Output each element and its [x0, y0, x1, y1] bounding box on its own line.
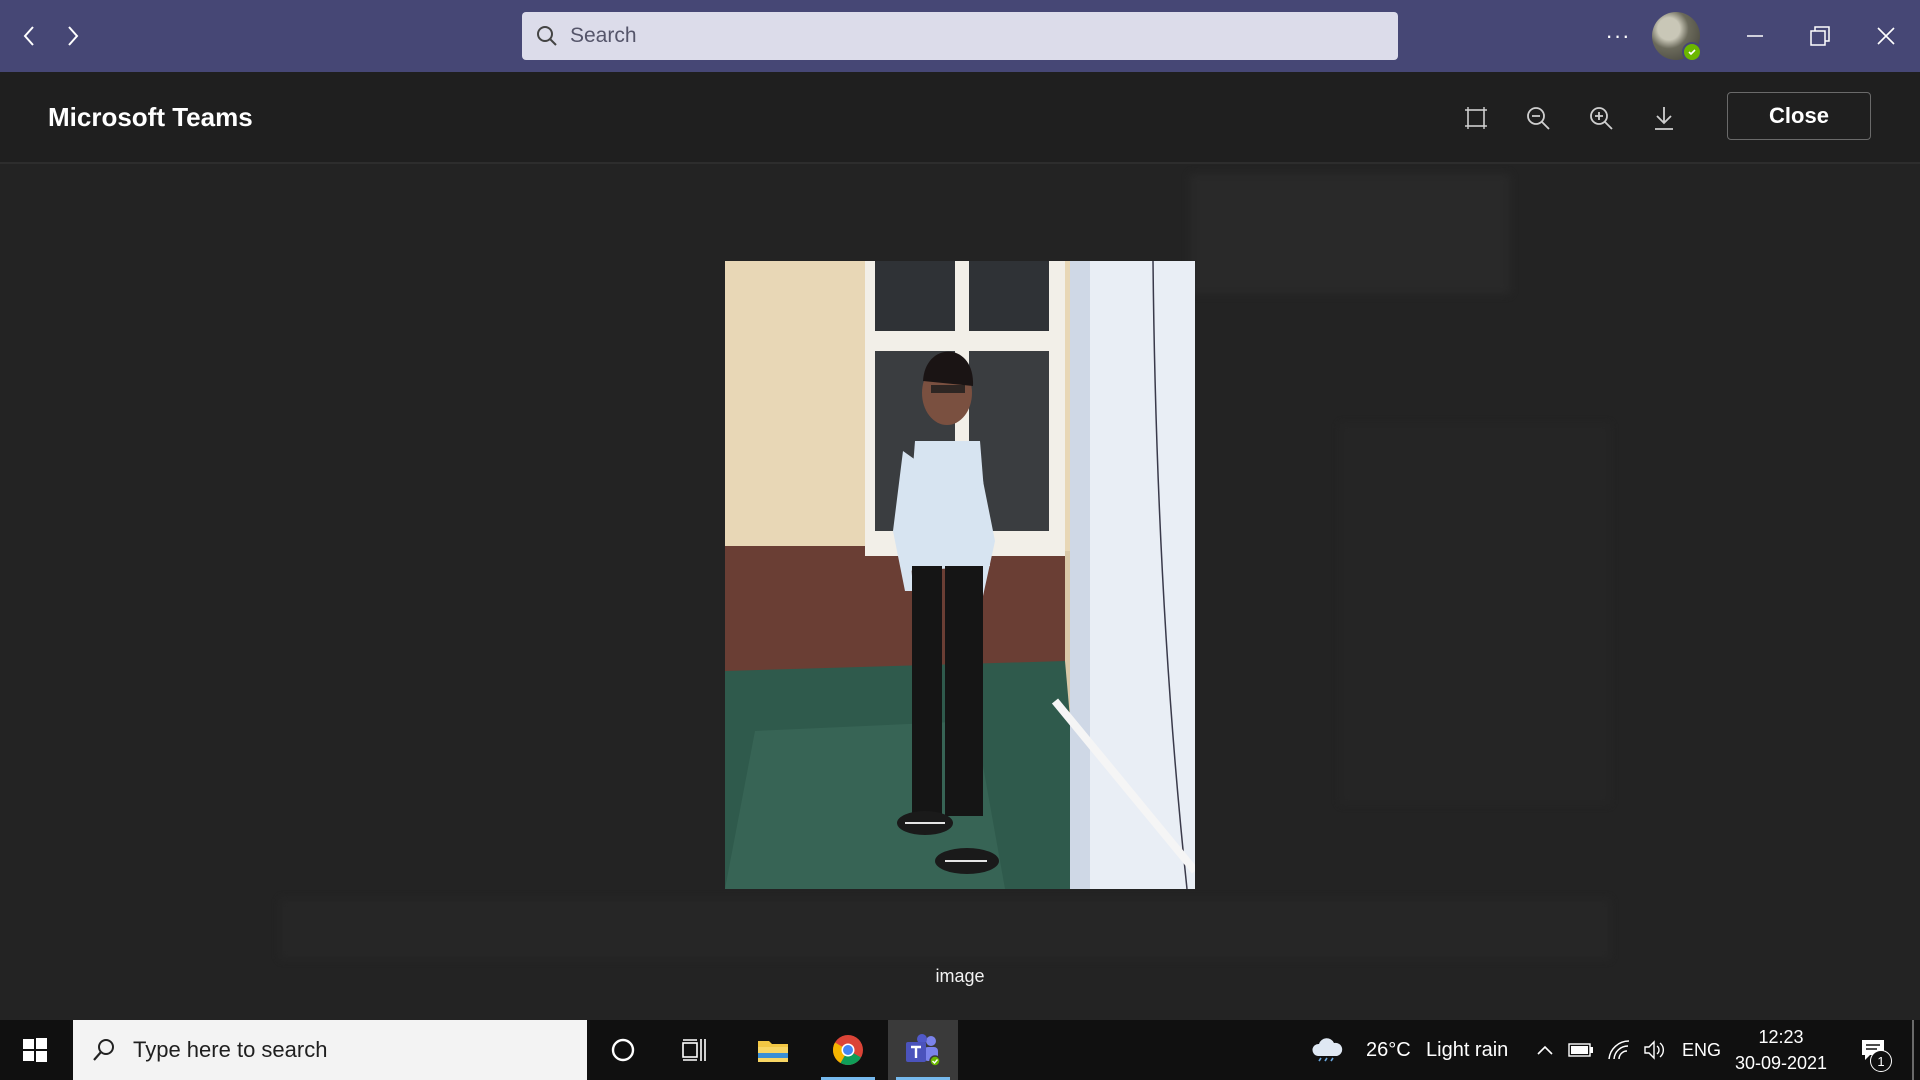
chevron-right-icon [68, 26, 79, 46]
background-blur [1340, 424, 1610, 804]
start-button[interactable] [0, 1020, 70, 1080]
restore-button[interactable] [1800, 16, 1840, 56]
search-icon [89, 1035, 119, 1065]
task-view-button[interactable] [660, 1020, 730, 1080]
fit-to-screen-button[interactable] [1456, 98, 1496, 138]
zoom-in-icon [1590, 107, 1613, 130]
speaker-icon [1644, 1040, 1664, 1060]
viewer-header: Microsoft Teams Close [0, 72, 1920, 164]
search-input[interactable] [568, 23, 1372, 49]
chevron-left-icon [23, 26, 34, 46]
search-bar[interactable] [522, 12, 1398, 60]
download-icon [1655, 107, 1673, 130]
weather-description[interactable]: Light rain [1426, 1020, 1508, 1080]
clock-time: 12:23 [1758, 1027, 1804, 1047]
image-viewer-content: image [0, 164, 1920, 1020]
avatar[interactable] [1652, 12, 1702, 62]
close-icon [1877, 27, 1895, 45]
window-close-button[interactable] [1866, 16, 1906, 56]
chevron-up-icon [1537, 1045, 1553, 1055]
teams-icon [906, 1034, 941, 1067]
cloud-rain-icon [1312, 1038, 1343, 1062]
more-options-button[interactable]: ··· [1600, 18, 1636, 54]
download-button[interactable] [1644, 98, 1684, 138]
fit-to-screen-icon [1465, 107, 1487, 129]
teams-button[interactable] [888, 1020, 958, 1080]
page-title: Microsoft Teams [48, 102, 253, 132]
title-bar: ··· [0, 0, 1920, 72]
input-language[interactable]: ENG [1682, 1020, 1721, 1080]
restore-icon [1810, 26, 1830, 46]
file-explorer-button[interactable] [738, 1020, 808, 1080]
back-button[interactable] [12, 18, 46, 54]
windows-logo-icon [23, 1038, 47, 1062]
chrome-icon [833, 1035, 863, 1066]
minimize-icon [1747, 35, 1763, 37]
taskbar-search-box[interactable]: Type here to search [73, 1020, 587, 1080]
cortana-icon [611, 1038, 635, 1062]
cortana-button[interactable] [588, 1020, 658, 1080]
battery-button[interactable] [1566, 1020, 1596, 1080]
background-blur [280, 899, 1610, 959]
task-view-icon [682, 1039, 706, 1061]
search-icon [534, 23, 560, 49]
network-button[interactable] [1602, 1020, 1636, 1080]
close-viewer-button[interactable]: Close [1727, 92, 1871, 140]
zoom-out-button[interactable] [1518, 98, 1558, 138]
chrome-button[interactable] [813, 1020, 883, 1080]
taskbar-search-placeholder: Type here to search [133, 1037, 328, 1062]
taskbar: Type here to search 26°C Light rain ENG … [0, 1020, 1920, 1080]
volume-button[interactable] [1638, 1020, 1672, 1080]
photo-image [725, 261, 1195, 889]
show-desktop-button[interactable] [1912, 1020, 1914, 1080]
show-hidden-icons-button[interactable] [1530, 1020, 1560, 1080]
weather-button[interactable] [1302, 1020, 1352, 1080]
notification-badge: 1 [1870, 1050, 1892, 1072]
folder-icon [758, 1041, 788, 1062]
clock[interactable]: 12:23 30-09-2021 [1728, 1024, 1834, 1076]
action-center-button[interactable]: 1 [1850, 1020, 1896, 1080]
zoom-out-icon [1527, 107, 1550, 130]
weather-temperature[interactable]: 26°C [1366, 1020, 1411, 1080]
background-blur [1190, 174, 1510, 294]
zoom-in-button[interactable] [1581, 98, 1621, 138]
forward-button[interactable] [56, 18, 90, 54]
presence-available-icon [1682, 42, 1702, 62]
wifi-icon [1608, 1040, 1630, 1060]
battery-icon [1568, 1043, 1593, 1057]
clock-date: 30-09-2021 [1734, 1053, 1828, 1073]
image-caption: image [935, 966, 985, 986]
minimize-button[interactable] [1735, 16, 1775, 56]
image-preview[interactable] [725, 261, 1195, 889]
